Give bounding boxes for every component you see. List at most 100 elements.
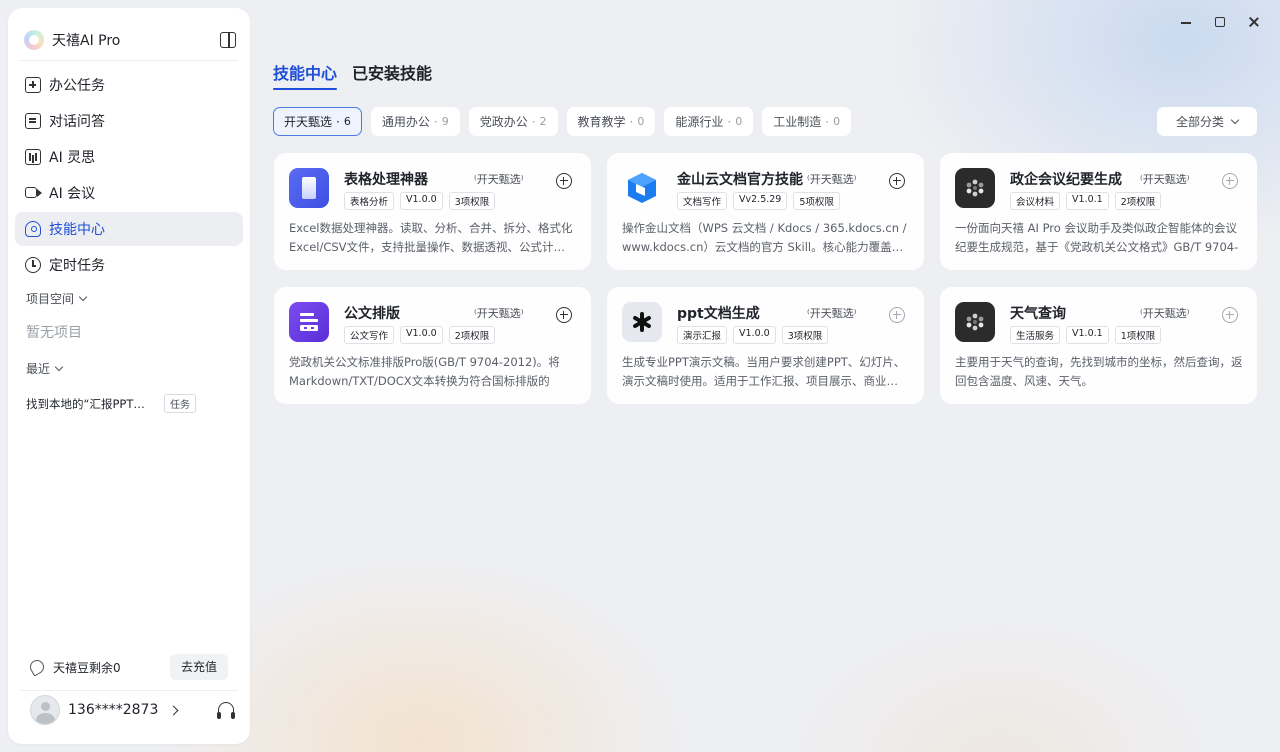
add-skill-icon[interactable] [889,307,905,323]
category-select-value: 全部分类 [1175,115,1224,129]
close-button[interactable] [1246,14,1262,30]
filter-count: 6 [343,115,351,128]
add-skill-icon[interactable] [556,173,572,189]
skill-tag: 2项权限 [1114,192,1162,210]
skill-tag: 5项权限 [793,192,840,210]
user-profile[interactable]: 136****2873 [30,694,235,726]
skill-card-title: 公文排版 [344,306,400,322]
skill-card[interactable]: 表格处理神器 ⁽开天甄选⁾ 表格分析 V1.0.0 3项权限 Excel数据处理… [274,153,591,270]
skill-card[interactable]: 金山云文档官方技能 ⁽开天甄选⁾ 文档写作 Vv2.5.29 5项权限 操作金山… [607,153,924,270]
avatar [30,695,60,725]
user-phone: 136****2873 [68,702,159,718]
filter-chip[interactable]: 教育教学 · 0 [566,107,656,136]
skill-card[interactable]: 天气查询 ⁽开天甄选⁾ 生活服务 V1.0.1 1项权限 主要用于天气的查询，先… [940,287,1257,404]
recent-label: 最近 [26,362,51,376]
filter-count: 2 [539,115,547,128]
skill-tag: V1.0.1 [1066,192,1109,210]
add-skill-icon[interactable] [889,173,905,189]
clock-icon [25,257,41,273]
recharge-button[interactable]: 去充值 [169,654,228,680]
sidebar-item-office-tasks[interactable]: 办公任务 [15,68,243,102]
sidebar-item-scheduled-tasks[interactable]: 定时任务 [15,248,243,282]
tab-skill-center[interactable]: 技能中心 [273,60,338,90]
filter-dot: · [433,114,438,129]
skill-card-tags: 演示汇报 V1.0.0 3项权限 [677,326,834,344]
skill-tag: 3项权限 [781,326,829,344]
brand: 天禧AI Pro [24,20,236,60]
filter-label: 能源行业 [675,115,724,129]
skill-tag: 2项权限 [448,326,496,344]
skill-card-tags: 表格分析 V1.0.0 3项权限 [344,192,501,210]
bean-icon [27,657,47,677]
recent-item-text: 找到本地的“汇报PPT… [26,396,145,411]
filter-chip[interactable]: 开天甄选 · 6 [273,107,362,136]
skill-tag: Vv2.5.29 [733,192,788,210]
meeting-camera-icon [25,185,42,201]
filter-label: 开天甄选 [284,115,333,129]
skill-tag: 演示汇报 [677,326,728,344]
tab-installed-skills[interactable]: 已安装技能 [352,60,432,84]
support-headset-icon[interactable] [217,702,235,719]
skill-card-tags: 公文写作 V1.0.0 2项权限 [344,326,501,344]
filter-dot: · [727,114,732,129]
skill-tag: 会议材料 [1010,192,1061,210]
maximize-button[interactable] [1212,14,1228,30]
skill-card-badge: ⁽开天甄选⁾ [807,307,857,320]
filter-chip[interactable]: 党政办公 · 2 [468,107,558,136]
project-empty-text: 暂无项目 [26,325,82,341]
skill-card-badge: ⁽开天甄选⁾ [1140,307,1190,320]
skill-card-title: 天气查询 [1010,306,1066,322]
skill-card-title: ppt文档生成 [677,306,760,322]
filter-label: 党政办公 [479,115,528,129]
skill-tag: 3项权限 [448,192,496,210]
sidebar-item-chat[interactable]: 对话问答 [15,104,243,138]
category-select[interactable]: 全部分类 [1157,107,1257,136]
sidebar-toggle-icon[interactable] [220,32,236,48]
skill-card-desc: 一份面向天禧 AI Pro 会议助手及类似政企智能体的会议纪要生成规范，基于《党… [955,221,1239,254]
sidebar-item-label: 技能中心 [49,222,105,238]
filter-chip[interactable]: 通用办公 · 9 [370,107,460,136]
add-skill-icon[interactable] [1222,307,1238,323]
filter-dot: · [825,114,830,129]
recent-item[interactable]: 找到本地的“汇报PPT… 任务 [26,394,236,413]
add-skill-icon[interactable] [556,307,572,323]
add-skill-icon[interactable] [1222,173,1238,189]
skill-card-desc: Excel数据处理神器。读取、分析、合并、拆分、格式化Excel/CSV文件，支… [289,221,573,254]
sidebar-item-ai-meeting[interactable]: AI 会议 [15,176,243,210]
spreadsheet-icon [289,168,329,208]
skill-icon [25,221,41,237]
weather-icon [955,302,995,342]
recent-toggle[interactable]: 最近 [26,360,64,377]
skill-card-tags: 文档写作 Vv2.5.29 5项权限 [677,192,846,210]
filter-chip[interactable]: 能源行业 · 0 [664,107,754,136]
skill-card[interactable]: 公文排版 ⁽开天甄选⁾ 公文写作 V1.0.0 2项权限 党政机关公文标准排版P… [274,287,591,404]
sidebar-item-ai-insight[interactable]: AI 灵思 [15,140,243,174]
skill-card-title: 金山云文档官方技能 [677,172,803,188]
project-space-toggle[interactable]: 项目空间 [26,290,88,307]
skill-card-badge: ⁽开天甄选⁾ [474,307,524,320]
skill-card[interactable]: ppt文档生成 ⁽开天甄选⁾ 演示汇报 V1.0.0 3项权限 生成专业PPT演… [607,287,924,404]
recent-item-badge: 任务 [164,394,196,413]
skill-card-desc: 生成专业PPT演示文稿。当用户要求创建PPT、幻灯片、演示文稿时使用。适用于工作… [622,355,906,388]
chat-icon [25,113,41,129]
chevron-down-icon [54,362,64,372]
sidebar-nav: 办公任务 对话问答 AI 灵思 AI 会议 技能中心 定时任务 [15,68,243,284]
skill-tag: V1.0.0 [733,326,776,344]
filter-dot: · [629,114,634,129]
kdocs-icon [622,168,662,208]
sidebar-item-skill-center[interactable]: 技能中心 [15,212,243,246]
skill-tag: 表格分析 [344,192,395,210]
minimize-button[interactable] [1178,14,1194,30]
filter-bar: 开天甄选 · 6 通用办公 · 9 党政办公 · 2 教育教学 · 0 能源行业… [273,107,860,136]
skill-card[interactable]: 政企会议纪要生成 ⁽开天甄选⁾ 会议材料 V1.0.1 2项权限 一份面向天禧 … [940,153,1257,270]
filter-label: 通用办公 [381,115,430,129]
filter-count: 0 [833,115,841,128]
project-space-label: 项目空间 [26,292,75,306]
skill-tag: 生活服务 [1010,326,1061,344]
filter-label: 工业制造 [773,115,822,129]
filter-chip[interactable]: 工业制造 · 0 [762,107,852,136]
skill-card-badge: ⁽开天甄选⁾ [474,173,524,186]
chevron-down-icon [1230,115,1240,125]
skill-tag: 1项权限 [1114,326,1162,344]
skill-card-desc: 主要用于天气的查询，先找到城市的坐标，然后查询，返回包含温度、风速、天气。 [955,355,1243,388]
